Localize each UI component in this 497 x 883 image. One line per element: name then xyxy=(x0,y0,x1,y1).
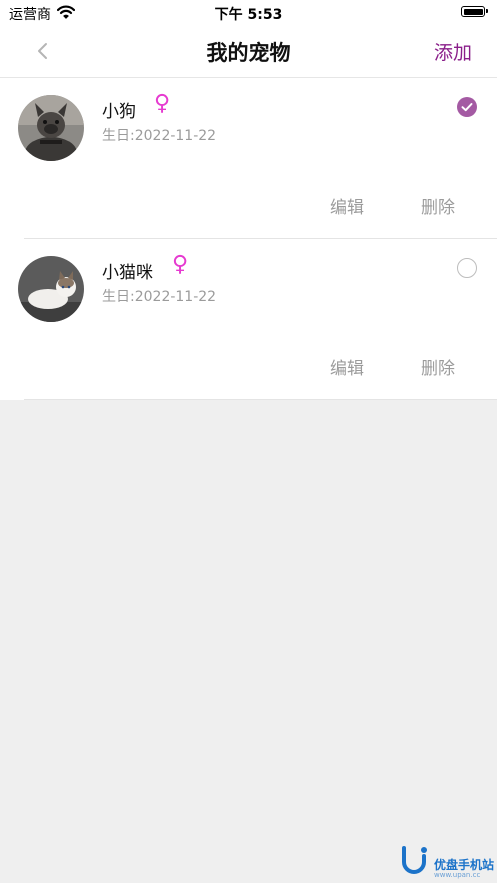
pet-birthday: 生日:2022-11-22 xyxy=(102,289,217,305)
status-bar: 运营商 下午 5:53 xyxy=(0,0,497,26)
female-gender-icon: ♀ xyxy=(154,91,171,116)
delete-button[interactable]: 删除 xyxy=(421,354,455,379)
selected-check-icon[interactable] xyxy=(457,97,477,117)
navigation-bar: 我的宠物 添加 xyxy=(0,26,497,78)
watermark-logo-icon xyxy=(396,842,432,882)
pet-avatar-dog xyxy=(18,95,84,161)
add-pet-button[interactable]: 添加 xyxy=(434,38,472,65)
pet-list-item: 小猫咪 ♀ 生日:2022-11-22 编辑 删除 xyxy=(0,239,497,400)
edit-button[interactable]: 编辑 xyxy=(330,354,364,379)
page-title: 我的宠物 xyxy=(206,41,291,65)
pet-name: 小狗 xyxy=(102,102,136,122)
cat-photo-icon xyxy=(18,256,84,322)
watermark-url: www.upan.cc xyxy=(434,871,481,879)
dog-photo-icon xyxy=(18,95,84,161)
unselected-radio-icon[interactable] xyxy=(457,258,477,278)
row-divider xyxy=(24,399,497,400)
pet-avatar-cat xyxy=(18,256,84,322)
delete-button[interactable]: 删除 xyxy=(421,193,455,218)
pet-name: 小猫咪 xyxy=(102,263,153,283)
pet-list-item: 小狗 ♀ 生日:2022-11-22 编辑 删除 xyxy=(0,78,497,239)
edit-button[interactable]: 编辑 xyxy=(330,193,364,218)
status-time: 下午 5:53 xyxy=(214,7,283,23)
pet-list: 小狗 ♀ 生日:2022-11-22 编辑 删除 小猫咪 ♀ 生日:2022-1… xyxy=(0,78,497,400)
female-gender-icon: ♀ xyxy=(172,252,189,277)
pet-birthday: 生日:2022-11-22 xyxy=(102,128,217,144)
battery-icon xyxy=(461,6,488,17)
